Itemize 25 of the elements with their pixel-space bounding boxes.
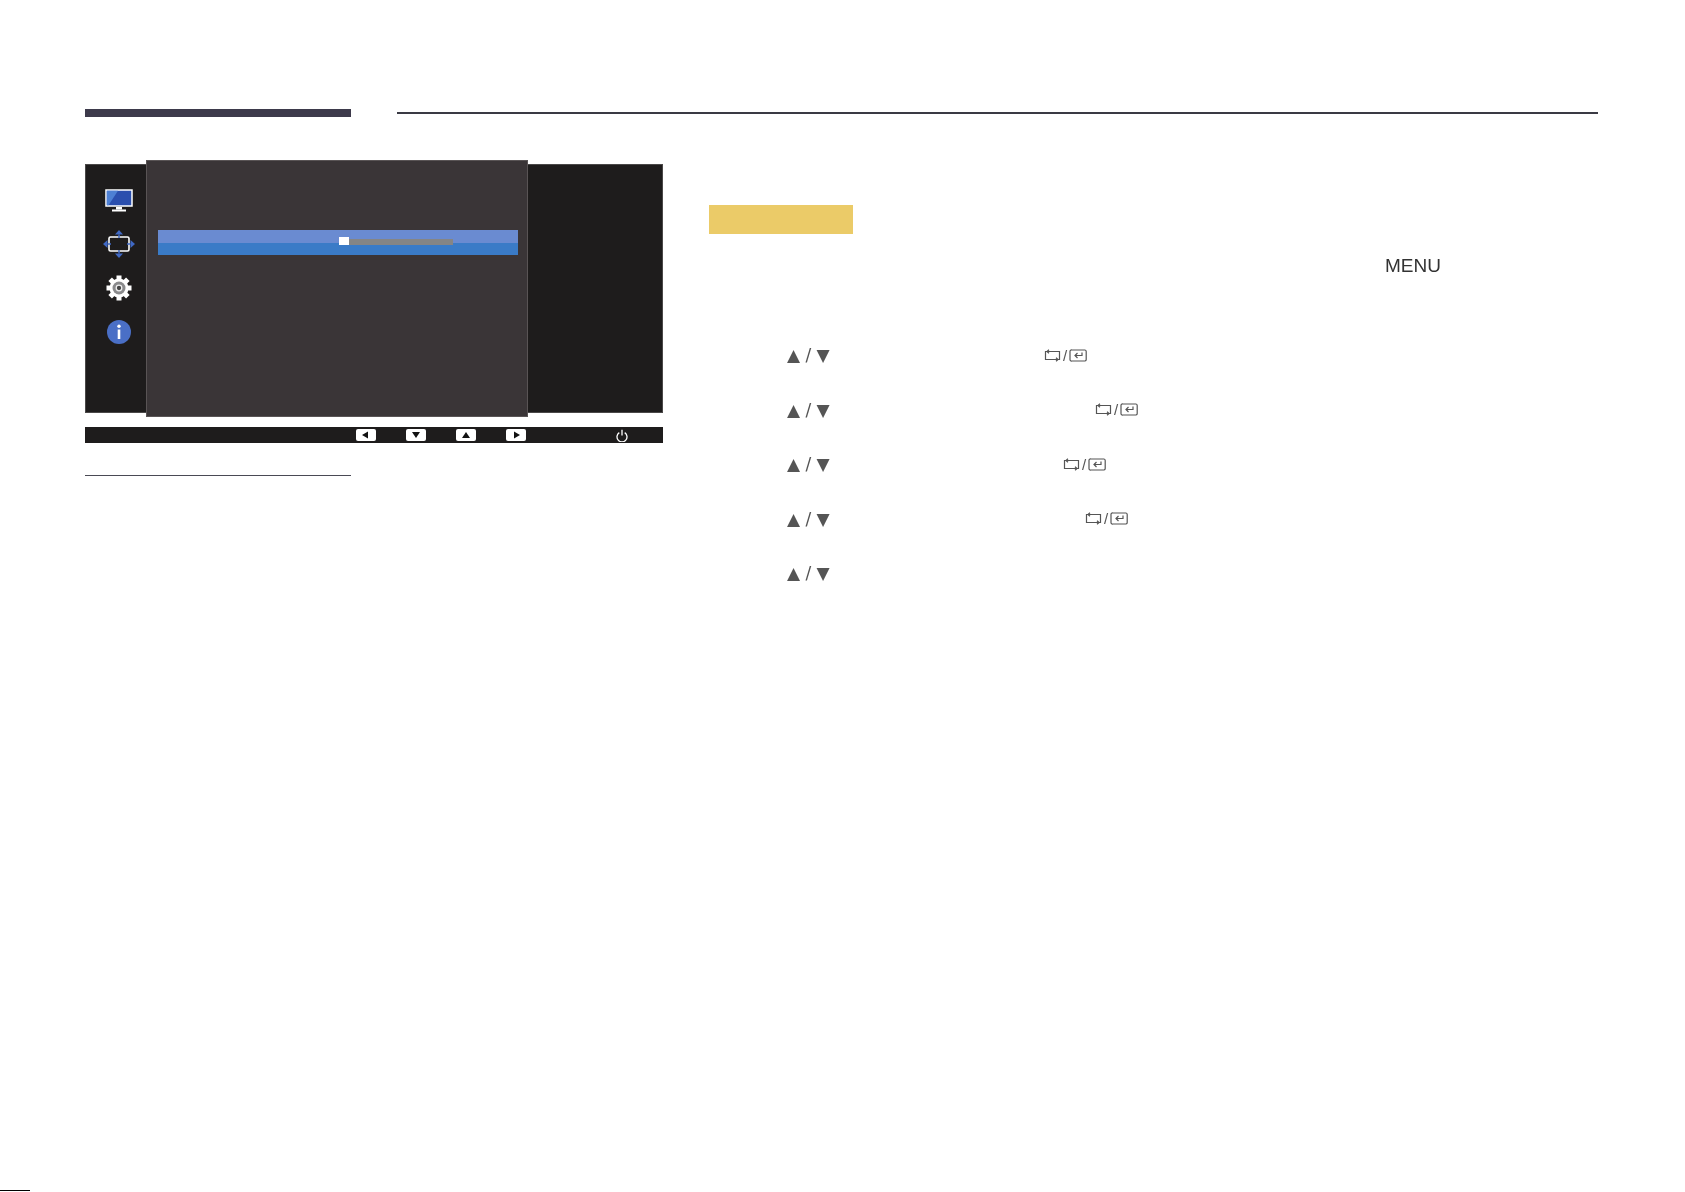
info-icon[interactable] [107,320,131,344]
monitor-icon[interactable] [105,188,133,212]
slider-track[interactable] [339,239,453,245]
down-key-icon[interactable] [406,429,426,441]
separator-text: / [1082,455,1087,473]
arrow-in-box-icon [1088,457,1107,471]
separator-text: / [1063,346,1068,364]
arrow-in-box-icon [1120,403,1139,417]
separator-text: / [1114,401,1119,419]
up-down-keys: ▲ / ▼ [787,563,831,584]
up-down-keys: ▲ / ▼ [787,345,831,366]
up-down-keys: ▲ / ▼ [787,508,831,529]
left-key-icon[interactable] [356,429,376,441]
arrow-in-box-icon [1110,512,1129,526]
right-key-icon[interactable] [506,429,526,441]
slider-thumb[interactable] [339,237,349,245]
arrow-in-box-icon [1069,348,1088,362]
up-down-keys: ▲ / ▼ [787,399,831,420]
frame-arrows-icon[interactable] [102,229,136,259]
power-icon[interactable] [616,428,628,442]
gear-icon[interactable] [106,275,132,301]
up-down-keys: ▲ / ▼ [787,454,831,475]
separator-text: / [1104,510,1109,528]
menu-key-label: MENU [1385,255,1441,277]
up-key-icon[interactable] [456,429,476,441]
